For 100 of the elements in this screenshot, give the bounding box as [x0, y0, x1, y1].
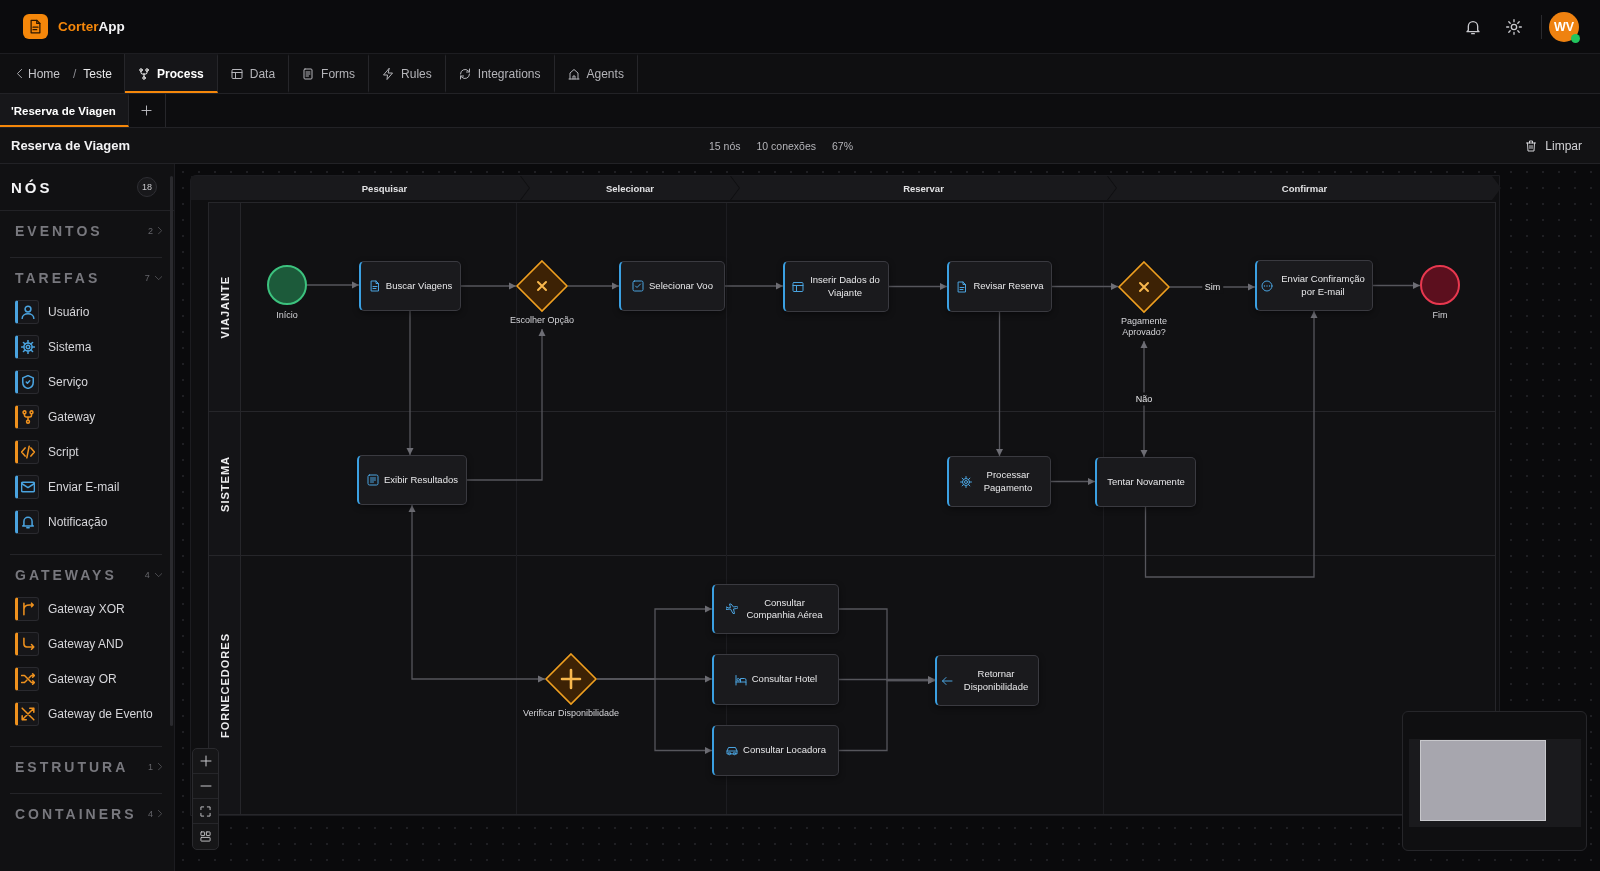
- phase-header: Pesquisar: [191, 176, 529, 200]
- section-header[interactable]: GATEWAYS 4: [10, 564, 162, 586]
- node-label: Verificar Disponibilidade: [521, 708, 621, 719]
- breadcrumb-separator: /: [73, 66, 77, 81]
- document-icon: [368, 280, 381, 292]
- section-header[interactable]: TAREFAS 7: [10, 267, 162, 289]
- node-label: Processar Pagamento: [982, 469, 1034, 494]
- document-icon: [956, 280, 969, 293]
- car-icon: [726, 744, 739, 757]
- layout-icon: [200, 831, 211, 842]
- back-link[interactable]: Home: [17, 66, 60, 81]
- nav-tab[interactable]: Data: [217, 54, 290, 93]
- connector-arrow: [1051, 283, 1119, 290]
- phase-header: Selecionar: [521, 176, 739, 200]
- trash-icon: [1525, 139, 1538, 152]
- connector-arrow: [724, 282, 784, 290]
- minimap[interactable]: [1402, 711, 1587, 851]
- stat-label: 15 nós: [708, 139, 741, 152]
- palette-item[interactable]: Gateway XOR: [10, 591, 162, 626]
- node-label: Escolher Opção: [508, 315, 575, 326]
- plus-icon: [560, 668, 582, 690]
- bed-icon: [734, 673, 747, 686]
- connector-arrow: [1372, 282, 1421, 289]
- node-label: Pagamente Aprovado?: [1119, 316, 1168, 338]
- palette-item[interactable]: Gateway OR: [10, 661, 162, 696]
- connector-arrow: [460, 282, 517, 290]
- count-label: 4: [148, 809, 153, 819]
- sun-icon[interactable]: [1506, 18, 1522, 35]
- nav-tab[interactable]: Forms: [289, 54, 370, 93]
- palette-item[interactable]: Serviço: [10, 364, 162, 399]
- node-label: Fim: [1431, 310, 1449, 321]
- node-label: Exibir Resultados: [384, 473, 458, 487]
- refresh-icon: [458, 67, 471, 80]
- palette-item[interactable]: Gateway: [10, 399, 162, 434]
- nav-tab[interactable]: Agents: [554, 54, 638, 93]
- node-label: Consultar Companhia Aérea: [745, 596, 824, 622]
- node-label: Tentar Novamente: [1107, 475, 1185, 489]
- cross-icon: [1139, 282, 1149, 292]
- lane-label: SISTEMA: [218, 455, 231, 512]
- panel-title: NÓS: [11, 178, 53, 196]
- stat-label: 10 conexões: [756, 139, 817, 152]
- node-label: Enviar Confiramção por E-mail: [1280, 273, 1366, 298]
- node-label: Buscar Viagens: [385, 279, 453, 293]
- cross-icon: [537, 281, 547, 291]
- node-label: Revisar Reserva: [973, 280, 1044, 293]
- palette-item[interactable]: Script: [10, 434, 162, 469]
- count-badge: 18: [137, 177, 157, 197]
- table-icon: [230, 67, 243, 80]
- count-label: 4: [144, 570, 150, 580]
- app-logo-icon: [23, 14, 48, 39]
- document-icon: [302, 67, 315, 80]
- section-header[interactable]: EVENTOS 2: [10, 220, 162, 242]
- count-label: 2: [148, 226, 153, 236]
- lightning-icon: [382, 67, 395, 80]
- palette-item[interactable]: Enviar E-mail: [10, 469, 162, 504]
- connector-arrow: [306, 281, 360, 289]
- minus-icon: [199, 785, 212, 787]
- bell-icon[interactable]: [1465, 18, 1481, 35]
- lane-label: VIAJANTE: [218, 275, 231, 339]
- stat-label: 67%: [832, 139, 854, 152]
- phase-header: Confirmar: [1108, 176, 1501, 200]
- corners-icon: [200, 805, 211, 817]
- lane-label: FORNECEDORES: [218, 632, 231, 738]
- plus-icon: [199, 755, 212, 767]
- node-label: Início: [275, 310, 299, 321]
- palette-item[interactable]: Notificação: [10, 504, 162, 539]
- app-name: CorterApp: [58, 19, 125, 34]
- connector-arrow: [567, 282, 620, 290]
- airplane-icon: [725, 603, 738, 615]
- plus-icon: [141, 105, 153, 116]
- breadcrumb-current[interactable]: Teste: [83, 66, 113, 81]
- clear-button[interactable]: Limpar: [1525, 138, 1582, 153]
- branch-icon: [138, 67, 151, 80]
- palette-item[interactable]: Gateway AND: [10, 626, 162, 661]
- phase-header: Reservar: [731, 176, 1116, 200]
- count-label: 7: [144, 273, 150, 283]
- palette-item[interactable]: Sistema: [10, 329, 162, 364]
- document-tab[interactable]: 'Reserva de Viagen: [0, 94, 129, 127]
- checkbox-icon: [632, 280, 645, 292]
- arrow-left-icon: [941, 674, 953, 687]
- node-label: Consultar Locadora: [743, 744, 826, 757]
- nav-tab[interactable]: Process: [125, 54, 218, 93]
- connector-arrow: [888, 283, 948, 290]
- chevron-left-icon: [17, 68, 22, 79]
- gear-icon: [960, 475, 972, 488]
- node-label: Consultar Hotel: [751, 673, 818, 686]
- count-label: 1: [148, 762, 153, 772]
- nav-tab[interactable]: Rules: [369, 54, 446, 93]
- node-label: Selecionar Voo: [649, 279, 713, 293]
- section-header[interactable]: ESTRUTURA 1: [10, 756, 162, 778]
- palette-item[interactable]: Gateway de Evento: [10, 696, 162, 731]
- nav-tab[interactable]: Integrations: [445, 54, 555, 93]
- circle-dots-icon: [1261, 279, 1273, 292]
- building-icon: [567, 67, 580, 80]
- connector-arrow: [1050, 478, 1096, 485]
- node-label: Inserir Dados do Viajante: [809, 274, 881, 299]
- palette-item[interactable]: Usuário: [10, 294, 162, 329]
- table-icon: [792, 280, 804, 293]
- section-header[interactable]: CONTAINERS 4: [10, 803, 162, 825]
- node-label: Retornar Disponibilidade: [962, 668, 1030, 693]
